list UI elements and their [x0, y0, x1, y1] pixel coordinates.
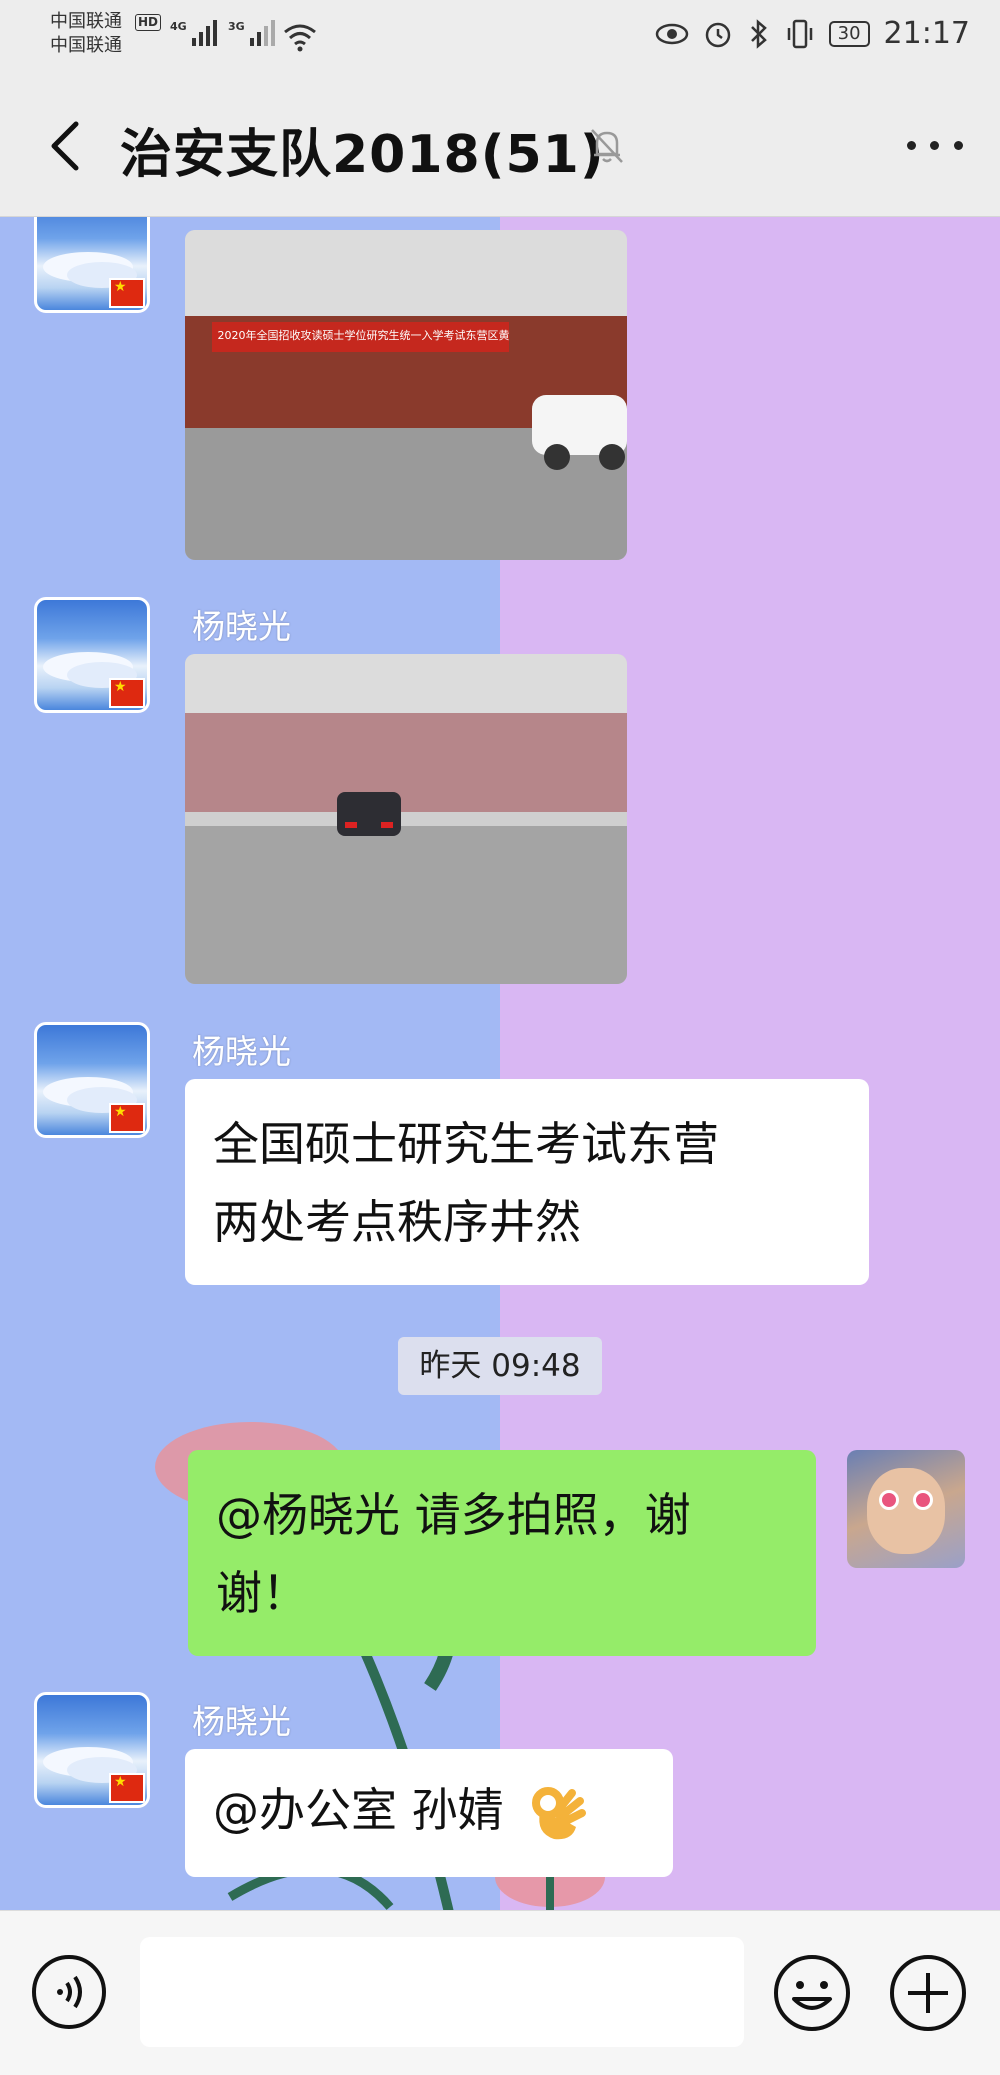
avatar[interactable] — [34, 1692, 150, 1808]
wifi-icon — [284, 24, 316, 52]
smiley-icon[interactable] — [772, 1953, 852, 2033]
flag-icon — [109, 1103, 145, 1133]
photo-banner-text: 2020年全国招收攻读硕士学位研究生统一入学考试东营区黄河中学考点 — [211, 322, 510, 353]
message-line: @杨晓光 请多拍照，谢 — [216, 1488, 691, 1542]
carrier-1: 中国联通 — [50, 11, 122, 32]
timestamp-divider: 昨天 09:48 — [398, 1337, 602, 1395]
status-time: 21:17 — [883, 16, 970, 51]
more-dots-icon[interactable] — [900, 120, 970, 170]
image-message[interactable]: 2020年全国招收攻读硕士学位研究生统一入学考试东营区黄河中学考点 — [185, 230, 627, 560]
car-in-photo — [337, 792, 401, 836]
avatar[interactable] — [34, 1022, 150, 1138]
flag-icon — [109, 678, 145, 708]
signal-icon: 4G — [170, 20, 217, 46]
status-bar: 中国联通 中国联通 HD 4G 3G 30 21:17 — [0, 0, 1000, 72]
carrier-2: 中国联通 — [50, 35, 122, 56]
message-line: 两处考点秩序井然 — [213, 1195, 581, 1249]
sender-name: 杨晓光 — [192, 1702, 291, 1741]
my-message-bubble[interactable]: @杨晓光 请多拍照，谢 谢！ — [188, 1450, 816, 1656]
flag-icon — [109, 278, 145, 308]
chat-title: 治安支队2018(51) — [120, 125, 605, 185]
network-type-1: 4G — [170, 20, 187, 33]
bell-off-icon — [591, 129, 623, 163]
carrier-text: 中国联通 中国联通 — [50, 10, 122, 58]
input-bar — [0, 1910, 1000, 2075]
text-message-bubble[interactable]: @办公室 孙婧 — [185, 1749, 673, 1877]
network-type-2: 3G — [228, 20, 245, 33]
signal-icon-2: 3G — [228, 20, 275, 46]
chat-header: 治安支队2018(51) — [0, 72, 1000, 217]
message-line: @办公室 孙婧 — [213, 1783, 504, 1837]
voice-icon[interactable] — [30, 1953, 108, 2031]
image-message[interactable] — [185, 654, 627, 984]
eye-icon — [655, 23, 688, 44]
message-line: 谢！ — [216, 1566, 308, 1620]
chat-area[interactable]: 2020年全国招收攻读硕士学位研究生统一入学考试东营区黄河中学考点 杨晓光 杨晓… — [0, 217, 1000, 1910]
bluetooth-icon — [750, 18, 767, 49]
my-avatar[interactable] — [847, 1450, 965, 1568]
ok-hand-icon — [532, 1786, 587, 1839]
van-in-photo — [532, 395, 627, 470]
battery-icon: 30 — [828, 20, 870, 47]
flag-icon — [109, 1773, 145, 1803]
plus-circle-icon[interactable] — [888, 1953, 968, 2033]
sender-name: 杨晓光 — [192, 607, 291, 646]
alarm-icon — [705, 22, 730, 47]
hd-badge: HD — [135, 14, 162, 31]
sender-name: 杨晓光 — [192, 1032, 291, 1071]
text-message-bubble[interactable]: 全国硕士研究生考试东营 两处考点秩序井然 — [185, 1079, 869, 1285]
avatar[interactable] — [34, 217, 150, 313]
chevron-left-icon[interactable] — [38, 116, 98, 176]
vibrate-icon — [787, 19, 812, 48]
avatar[interactable] — [34, 597, 150, 713]
message-input[interactable] — [140, 1937, 744, 2047]
message-line: 全国硕士研究生考试东营 — [213, 1117, 719, 1171]
